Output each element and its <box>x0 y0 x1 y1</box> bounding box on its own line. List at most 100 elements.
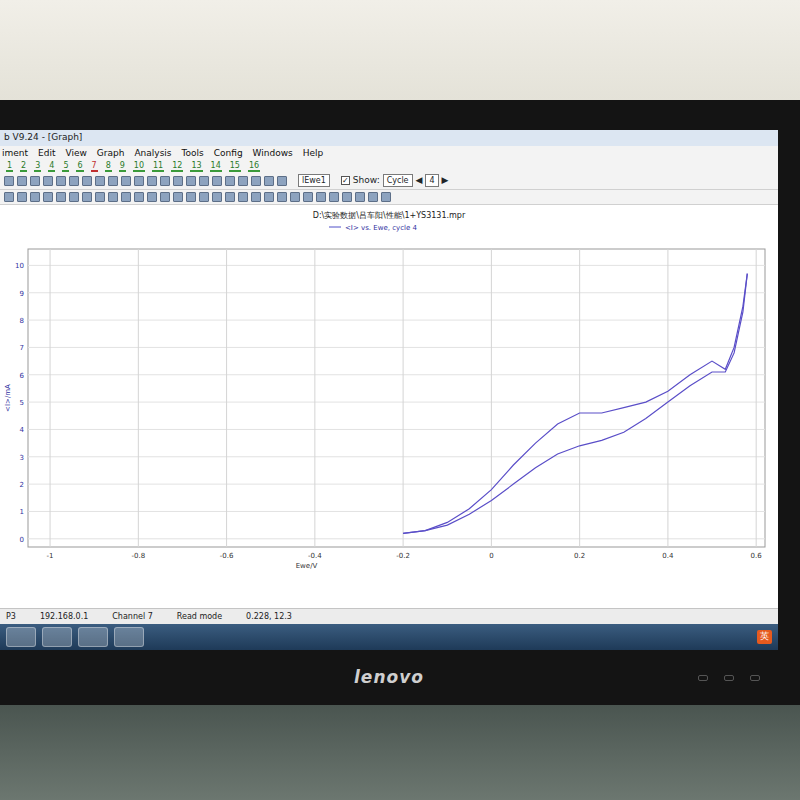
grid-line <box>756 249 757 547</box>
tool-icon[interactable] <box>56 192 66 202</box>
tool-icon[interactable] <box>225 192 235 202</box>
channel-tab[interactable]: 5 <box>62 162 69 173</box>
tool-icon[interactable] <box>329 192 339 202</box>
channel-tab[interactable]: 13 <box>190 162 202 173</box>
tool-icon[interactable] <box>121 192 131 202</box>
menu-item[interactable]: Edit <box>38 147 55 161</box>
menu-item[interactable]: iment <box>2 147 28 161</box>
tool-icon[interactable] <box>342 192 352 202</box>
tool-icon[interactable] <box>82 192 92 202</box>
channel-tab[interactable]: 16 <box>248 162 260 173</box>
tool-icon[interactable] <box>355 192 365 202</box>
y-axis-label: <I>/mA <box>4 383 12 411</box>
tool-icon[interactable] <box>43 176 53 186</box>
menu-item[interactable]: Windows <box>253 147 293 161</box>
show-checkbox[interactable]: ✓ <box>341 176 350 185</box>
tool-icon[interactable] <box>4 176 14 186</box>
tool-icon[interactable] <box>95 192 105 202</box>
channel-tab[interactable]: 9 <box>119 162 126 173</box>
tool-icon[interactable] <box>290 192 300 202</box>
tool-icon[interactable] <box>251 176 261 186</box>
tool-icon[interactable] <box>43 192 53 202</box>
channel-tabs: 12345678910111213141516 <box>0 161 778 173</box>
tool-icon[interactable] <box>160 192 170 202</box>
menu-item[interactable]: Config <box>214 147 243 161</box>
trace-select[interactable]: lEwe1 <box>298 174 330 187</box>
x-tick: 0.4 <box>662 552 674 560</box>
tool-icon[interactable] <box>30 176 40 186</box>
tool-icon[interactable] <box>147 176 157 186</box>
tool-icon[interactable] <box>17 192 27 202</box>
tool-icon[interactable] <box>173 176 183 186</box>
channel-tab[interactable]: 14 <box>210 162 222 173</box>
x-tick: 0 <box>489 552 493 560</box>
prev-button[interactable]: ◀ <box>416 174 423 188</box>
tool-icon[interactable] <box>225 176 235 186</box>
tool-icon[interactable] <box>95 176 105 186</box>
tool-icon[interactable] <box>264 176 274 186</box>
cycle-field[interactable]: 4 <box>425 174 438 187</box>
grid-line <box>403 249 404 547</box>
app-icon[interactable] <box>42 627 72 647</box>
tool-icon[interactable] <box>212 176 222 186</box>
tool-icon[interactable] <box>186 192 196 202</box>
tool-icon[interactable] <box>82 176 92 186</box>
channel-tab[interactable]: 10 <box>133 162 145 173</box>
tool-icon[interactable] <box>160 176 170 186</box>
tool-icon[interactable] <box>134 176 144 186</box>
show-select[interactable]: Cycle <box>383 174 413 187</box>
tool-icon[interactable] <box>186 176 196 186</box>
tool-icon[interactable] <box>121 176 131 186</box>
tool-icon[interactable] <box>251 192 261 202</box>
channel-tab[interactable]: 11 <box>152 162 164 173</box>
app-icon[interactable] <box>114 627 144 647</box>
tool-icon[interactable] <box>199 176 209 186</box>
channel-tab[interactable]: 15 <box>229 162 241 173</box>
tool-icon[interactable] <box>199 192 209 202</box>
tool-icon[interactable] <box>56 176 66 186</box>
toolbar-2 <box>0 190 778 205</box>
channel-tab[interactable]: 8 <box>105 162 112 173</box>
channel-tab[interactable]: 6 <box>76 162 83 173</box>
tool-icon[interactable] <box>30 192 40 202</box>
menu-item[interactable]: Tools <box>182 147 204 161</box>
tool-icon[interactable] <box>17 176 27 186</box>
tool-icon[interactable] <box>238 192 248 202</box>
channel-tab[interactable]: 12 <box>171 162 183 173</box>
window-title: b V9.24 - [Graph] <box>4 131 82 145</box>
tool-icon[interactable] <box>381 192 391 202</box>
tool-icon[interactable] <box>303 192 313 202</box>
tool-icon[interactable] <box>69 192 79 202</box>
tool-icon[interactable] <box>212 192 222 202</box>
tool-icon[interactable] <box>238 176 248 186</box>
app-icon[interactable] <box>78 627 108 647</box>
bezel-button[interactable] <box>698 675 708 681</box>
tool-icon[interactable] <box>277 176 287 186</box>
menu-item[interactable]: Analysis <box>134 147 171 161</box>
bezel-button[interactable] <box>750 675 760 681</box>
ime-indicator[interactable]: 英 <box>757 630 772 644</box>
tool-icon[interactable] <box>173 192 183 202</box>
channel-tab[interactable]: 1 <box>6 162 13 173</box>
app-icon[interactable] <box>6 627 36 647</box>
tool-icon[interactable] <box>147 192 157 202</box>
channel-tab[interactable]: 7 <box>91 162 98 173</box>
bezel-button[interactable] <box>724 675 734 681</box>
tool-icon[interactable] <box>4 192 14 202</box>
next-button[interactable]: ▶ <box>442 174 449 188</box>
tool-icon[interactable] <box>69 176 79 186</box>
tool-icon[interactable] <box>264 192 274 202</box>
menu-item[interactable]: Graph <box>97 147 125 161</box>
channel-tab[interactable]: 2 <box>20 162 27 173</box>
menu-item[interactable]: Help <box>303 147 324 161</box>
menu-item[interactable]: View <box>65 147 86 161</box>
tool-icon[interactable] <box>108 176 118 186</box>
tool-icon[interactable] <box>134 192 144 202</box>
tool-icon[interactable] <box>316 192 326 202</box>
tool-icon[interactable] <box>108 192 118 202</box>
channel-tab[interactable]: 4 <box>48 162 55 173</box>
y-tick: 8 <box>20 317 24 325</box>
channel-tab[interactable]: 3 <box>34 162 41 173</box>
tool-icon[interactable] <box>368 192 378 202</box>
tool-icon[interactable] <box>277 192 287 202</box>
